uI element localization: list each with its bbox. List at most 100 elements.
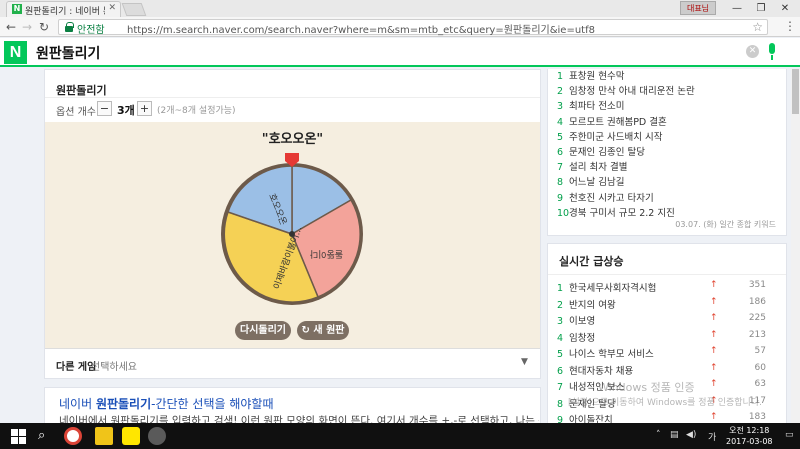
voice-search-icon[interactable] (767, 43, 777, 61)
kakaotalk-icon[interactable] (122, 427, 140, 445)
daily-keyword-item[interactable]: 7 설리 최자 결별 (557, 159, 627, 173)
close-tab-icon[interactable]: ✕ (108, 3, 116, 13)
rank-number: 1 (557, 283, 564, 294)
realtime-keyword-item[interactable]: 5 나이스 학부모 서비스 (557, 346, 654, 360)
back-icon[interactable]: ← (4, 19, 18, 35)
result-title-link[interactable]: 네이버 원판돌리기-간단한 선택을 해야할때 (59, 395, 274, 412)
rank-number: 6 (557, 365, 564, 377)
close-window-icon[interactable]: ✕ (770, 0, 800, 17)
result-card: 네이버 원판돌리기-간단한 선택을 해야할때 네이버에서 원판돌리기를 입력하고… (44, 387, 541, 423)
naver-logo[interactable]: N (4, 41, 27, 64)
rank-number: 10 (557, 207, 570, 219)
keyword-text: 최파타 전소미 (569, 101, 625, 113)
rank-number: 9 (557, 415, 564, 423)
option-count-value: 3개 (117, 104, 135, 117)
app-icon[interactable] (148, 427, 166, 445)
bookmark-star-icon[interactable]: ☆ (752, 20, 763, 34)
keyword-text: 경북 구미서 규모 2.2 지진 (569, 207, 675, 219)
new-wheel-label: 새 원판 (313, 325, 345, 336)
keyword-text: 이보영 (569, 316, 596, 327)
segment-label-2: 돌뚱이다 (309, 248, 343, 259)
tray-chevron-icon[interactable]: ˄ (656, 430, 661, 440)
network-icon[interactable]: ▤ (670, 430, 679, 440)
new-tab-button[interactable] (121, 3, 147, 16)
rank-number: 7 (557, 382, 564, 393)
rise-count: 213 (748, 329, 766, 340)
keyword-text: 주한미군 사드배치 시작 (569, 131, 663, 143)
decrease-button[interactable]: − (97, 101, 112, 116)
rank-number: 9 (557, 192, 564, 204)
browser-menu-icon[interactable]: ⋮ (784, 19, 796, 33)
chrome-icon[interactable] (64, 427, 82, 445)
other-game-select[interactable]: 다른 게임 선택하세요 ▼ (45, 348, 540, 378)
daily-keyword-item[interactable]: 1 표창원 현수막 (557, 69, 624, 82)
windows-start-icon[interactable] (10, 427, 28, 445)
search-input[interactable]: 원판돌리기 (36, 43, 100, 63)
result-title-bold: 원판돌리기 (95, 397, 152, 411)
daily-keyword-item[interactable]: 2 임창정 만삭 아내 대리운전 논란 (557, 83, 695, 97)
spinner-stage: "호오오온" 호오오온 돌뚱이다 이제바람이불어... 다시돌리기 ↻ 새 원판 (45, 122, 540, 348)
new-wheel-button[interactable]: ↻ 새 원판 (297, 321, 349, 340)
realtime-keyword-item[interactable]: 6 현대자동차 채용 (557, 363, 633, 377)
rank-number: 3 (557, 316, 564, 327)
rise-count: 225 (748, 313, 766, 323)
daily-keyword-item[interactable]: 6 문재인 김종인 탈당 (557, 144, 645, 158)
keyword-text: 천호진 시카고 타자기 (569, 192, 654, 204)
rise-count: 63 (754, 379, 766, 389)
option-count-hint: (2개~8개 설정가능) (157, 106, 236, 116)
dropdown-arrow-icon: ▼ (521, 357, 528, 367)
realtime-keyword-item[interactable]: 1 한국세무사회자격시험 (557, 280, 656, 294)
clock-date: 2017-03-08 (726, 437, 773, 446)
rank-number: 1 (557, 71, 564, 82)
spinner-card: 원판돌리기 옵션 개수 − 3개 + (2개~8개 설정가능) "호오오온" 호… (44, 69, 541, 379)
search-icon[interactable]: ⌕ (38, 427, 56, 445)
profile-badge[interactable]: 대표님 (680, 1, 716, 15)
forward-icon[interactable]: → (20, 19, 34, 35)
realtime-keyword-item[interactable]: 2 반지의 여왕 (557, 297, 616, 311)
realtime-ranking-title: 실시간 급상승 (559, 255, 624, 268)
daily-keyword-item[interactable]: 8 어느날 김남길 (557, 174, 624, 188)
notification-icon[interactable]: ▭ (785, 430, 794, 440)
rank-number: 5 (557, 131, 564, 143)
tab-title: 원판돌리기 : 네이버 통합 (25, 7, 105, 17)
rise-count: 57 (754, 346, 766, 356)
daily-keyword-item[interactable]: 5 주한미군 사드배치 시작 (557, 129, 662, 143)
increase-button[interactable]: + (137, 101, 152, 116)
respin-button[interactable]: 다시돌리기 (235, 321, 291, 340)
naver-favicon-icon: N (12, 4, 22, 14)
option-count-row: 옵션 개수 − 3개 + (2개~8개 설정가능) (45, 97, 540, 121)
secure-label: 안전함 (77, 25, 105, 36)
realtime-keyword-item[interactable]: 3 이보영 (557, 313, 595, 327)
keyword-text: 표창원 현수막 (569, 71, 625, 82)
daily-keyword-item[interactable]: 10경북 구미서 규모 2.2 지진 (557, 205, 675, 219)
activation-watermark-title: Windows 정품 인증 (598, 381, 695, 394)
up-arrow-icon: ↑ (710, 313, 718, 323)
url-text[interactable]: https://m.search.naver.com/search.naver?… (127, 21, 595, 36)
option-count-label: 옵션 개수 (56, 107, 96, 118)
scrollbar[interactable] (791, 69, 800, 423)
daily-keyword-item[interactable]: 3 최파타 전소미 (557, 98, 624, 112)
realtime-keyword-item[interactable]: 9 아이돌잔치 (557, 412, 613, 423)
volume-icon[interactable]: ◀) (686, 430, 696, 440)
scrollbar-thumb[interactable] (792, 69, 799, 114)
ime-indicator[interactable]: 가 (708, 430, 716, 443)
result-title-prefix: 네이버 (59, 397, 96, 411)
realtime-keyword-item[interactable]: 4 임창정 (557, 330, 595, 344)
daily-keyword-item[interactable]: 4 모르모트 권해봄PD 결혼 (557, 114, 667, 128)
address-bar[interactable]: 안전함 https://m.search.naver.com/search.na… (58, 19, 768, 36)
up-arrow-icon: ↑ (710, 362, 718, 373)
browser-tab[interactable]: N 원판돌리기 : 네이버 통합 ✕ (6, 1, 121, 17)
rank-number: 8 (557, 177, 564, 189)
rise-count: 183 (748, 412, 766, 422)
clock[interactable]: 오전 12:18 2017-03-08 (726, 425, 773, 447)
folder-icon[interactable] (95, 427, 113, 445)
keyword-text: 임창정 만삭 아내 대리운전 논란 (569, 86, 695, 98)
reload-icon[interactable]: ↻ (37, 19, 51, 35)
rank-number: 5 (557, 349, 564, 360)
daily-keyword-item[interactable]: 9 천호진 시카고 타자기 (557, 190, 654, 204)
roulette-wheel[interactable]: 호오오온 돌뚱이다 이제바람이불어... (217, 147, 367, 307)
clear-search-icon[interactable]: ✕ (746, 45, 759, 58)
activation-watermark-text: [설정]으로 이동하여 Windows를 정품 인증합니다. (568, 398, 762, 408)
naver-search-bar: N 원판돌리기 ✕ (0, 38, 800, 67)
browser-tab-bar: N 원판돌리기 : 네이버 통합 ✕ 대표님 — ❐ ✕ (0, 0, 800, 17)
